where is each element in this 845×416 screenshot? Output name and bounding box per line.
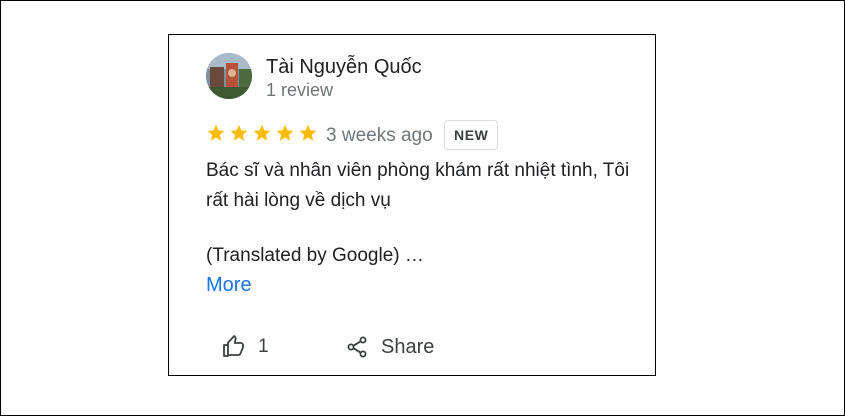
review-card: Tài Nguyễn Quốc 1 review 3 weeks ago NEW… <box>168 34 656 376</box>
review-time: 3 weeks ago <box>326 125 433 146</box>
star-icon <box>253 124 271 141</box>
reviewer-review-count: 1 review <box>266 80 334 100</box>
outer-frame: Tài Nguyễn Quốc 1 review 3 weeks ago NEW… <box>0 0 845 416</box>
share-icon <box>345 335 369 359</box>
new-badge: NEW <box>444 120 499 150</box>
more-link[interactable]: More <box>206 270 252 300</box>
star-icon <box>230 124 248 141</box>
thumbs-up-icon <box>222 335 246 359</box>
share-button[interactable]: Share <box>345 335 434 359</box>
translated-text: (Translated by Google) … <box>206 245 424 266</box>
star-icon <box>207 124 225 141</box>
star-rating <box>206 123 318 143</box>
star-icon <box>276 124 294 141</box>
like-count: 1 <box>258 336 269 357</box>
star-icon <box>299 124 317 141</box>
reviewer-name[interactable]: Tài Nguyễn Quốc <box>266 56 422 79</box>
reviewer-avatar[interactable] <box>206 53 252 99</box>
share-label: Share <box>381 335 435 358</box>
review-text: Bác sĩ và nhân viên phòng khám rất nhiệt… <box>206 160 630 211</box>
like-button[interactable]: 1 <box>222 335 269 359</box>
